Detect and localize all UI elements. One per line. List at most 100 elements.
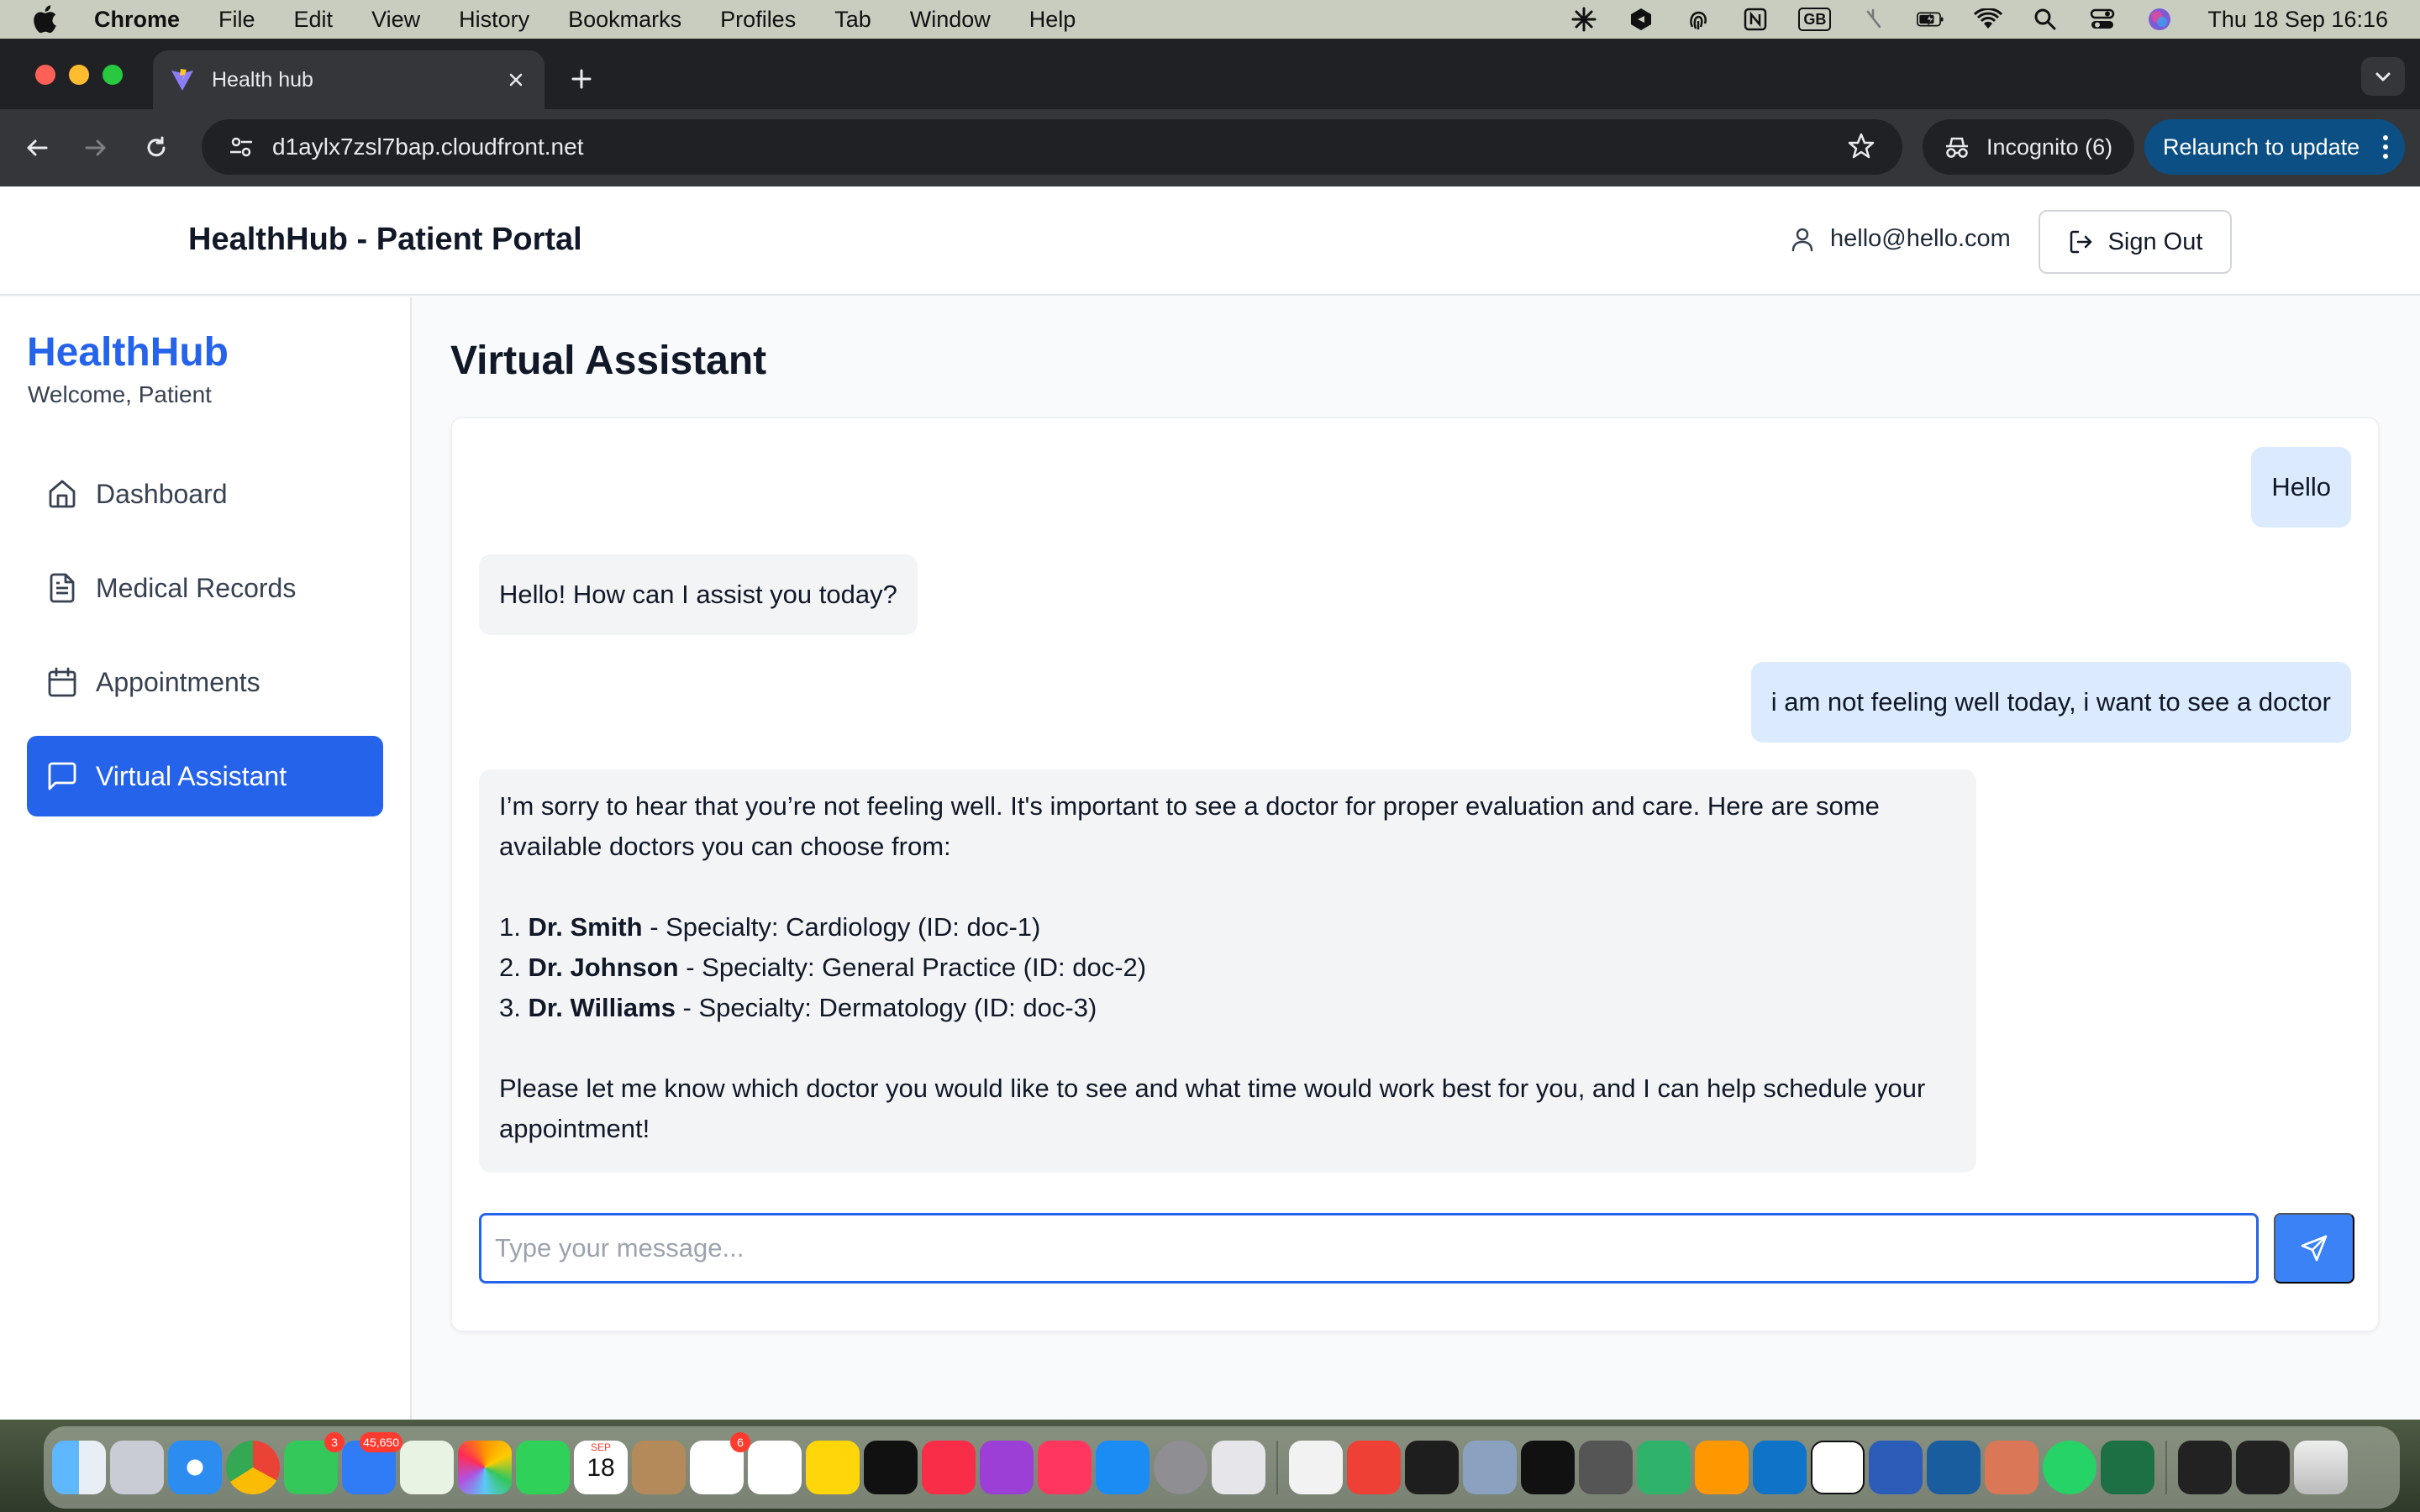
music-icon[interactable] [922,1441,976,1494]
menu-edit[interactable]: Edit [294,7,334,33]
trash-icon[interactable] [2294,1441,2348,1494]
siri-icon[interactable] [2145,5,2174,34]
reminders-icon[interactable]: 6 [690,1432,750,1494]
assistant-message-doctors: I’m sorry to hear that you’re not feelin… [479,769,1976,1173]
podcasts-icon[interactable] [980,1441,1034,1494]
window-minimize-button[interactable] [69,65,89,85]
window-close-button[interactable] [35,65,55,85]
menu-window[interactable]: Window [910,7,991,33]
menu-view[interactable]: View [371,7,420,33]
menu-tab[interactable]: Tab [834,7,871,33]
freeform-icon[interactable] [748,1441,802,1494]
forward-arrow-icon[interactable] [77,129,114,166]
calendar-icon [45,665,79,699]
reminders-badge: 6 [730,1432,750,1452]
site-info-tune-icon[interactable] [227,133,255,161]
iphone-mirroring-icon[interactable] [1212,1441,1265,1494]
vite-favicon-icon [170,67,195,92]
window-fullscreen-button[interactable] [103,65,123,85]
whatsapp-icon[interactable] [2043,1441,2096,1494]
notion-icon[interactable] [1811,1441,1865,1494]
bookmark-star-icon[interactable] [1847,132,1877,162]
send-button[interactable] [2274,1213,2354,1284]
claude-icon[interactable] [1985,1441,2039,1494]
excel-icon[interactable] [2101,1441,2154,1494]
sidebar-item-medical-records[interactable]: Medical Records [27,548,383,628]
tab-close-icon[interactable] [504,68,528,92]
browser-tab-active[interactable]: Health hub [153,50,544,109]
launchpad-icon[interactable] [110,1441,164,1494]
chatgpt-icon[interactable] [1637,1441,1691,1494]
mail-icon[interactable]: 45,650 [342,1432,402,1494]
system-settings-icon[interactable] [1154,1441,1207,1494]
menu-bar-clock[interactable]: Thu 18 Sep 16:16 [2207,7,2388,33]
textedit-icon[interactable] [1289,1441,1343,1494]
relaunch-to-update-button[interactable]: Relaunch to update [2144,119,2405,175]
menu-file[interactable]: File [218,7,255,33]
macos-dock: 3 45,650 SEP 18 6 [44,1426,2400,1509]
fingerprint-icon[interactable] [1684,5,1712,34]
url-text[interactable]: d1aylx7zsl7bap.cloudfront.net [272,134,1847,160]
sidebar-item-appointments[interactable]: Appointments [27,642,383,722]
tab-title: Health hub [212,67,313,92]
doctor-detail: - Specialty: General Practice (ID: doc-2… [678,953,1147,982]
iterm-icon[interactable] [1521,1441,1575,1494]
claude-sparkle-icon[interactable] [1570,5,1598,34]
sidebar-item-label: Medical Records [96,572,297,603]
keychain-icon[interactable] [1579,1441,1633,1494]
user-message: i am not feeling well today, i want to s… [1750,662,2351,743]
menu-profiles[interactable]: Profiles [720,7,796,33]
app-store-icon[interactable] [1096,1441,1150,1494]
messages-icon[interactable]: 3 [284,1432,345,1494]
preview-icon[interactable] [1463,1441,1517,1494]
doctor-name: Dr. Smith [528,912,643,942]
keyboard-layout-indicator[interactable]: GB [1798,8,1832,31]
finder-icon[interactable] [52,1441,106,1494]
safari-icon[interactable] [168,1441,222,1494]
sublime-text-icon[interactable] [1695,1441,1749,1494]
contacts-icon[interactable] [632,1441,686,1494]
facetime-icon[interactable] [516,1441,570,1494]
menu-chrome[interactable]: Chrome [94,7,180,33]
control-center-icon[interactable] [2088,5,2117,34]
address-bar[interactable]: d1aylx7zsl7bap.cloudfront.net [202,119,1902,175]
incognito-indicator[interactable]: Incognito (6) [1923,119,2134,175]
vscode-icon[interactable] [1753,1441,1807,1494]
tab-search-chevron-icon[interactable] [2361,57,2405,96]
spotlight-search-icon[interactable] [2031,5,2060,34]
menu-help[interactable]: Help [1029,7,1076,33]
sidebar-item-dashboard[interactable]: Dashboard [27,454,383,534]
reload-icon[interactable] [138,129,175,166]
mute-icon[interactable] [1860,5,1888,34]
wifi-icon[interactable] [1974,5,2003,34]
sidebar-item-virtual-assistant[interactable]: Virtual Assistant [27,736,383,816]
app-status-icon[interactable] [1627,5,1655,34]
terminal-icon[interactable] [1405,1441,1459,1494]
menu-history[interactable]: History [459,7,529,33]
menu-bookmarks[interactable]: Bookmarks [568,7,681,33]
apple-tv-icon[interactable] [864,1441,918,1494]
photos-icon[interactable] [458,1441,512,1494]
message-input[interactable] [479,1213,2259,1284]
calendar-app-icon[interactable]: SEP 18 [574,1441,628,1494]
git-client-icon[interactable] [1347,1441,1401,1494]
browser-tab-strip: Health hub [0,39,2420,109]
apple-logo-icon[interactable] [32,3,66,36]
news-icon[interactable] [1038,1441,1092,1494]
minimized-window-2[interactable] [2236,1441,2290,1494]
sign-out-button[interactable]: Sign Out [2039,210,2232,274]
incognito-icon [1943,134,1971,160]
new-tab-plus-icon[interactable] [565,62,598,96]
minimized-window-1[interactable] [2178,1441,2232,1494]
assistant-outro-text: Please let me know which doctor you woul… [499,1074,1926,1143]
mysql-workbench-icon[interactable] [1927,1441,1981,1494]
maps-icon[interactable] [400,1441,454,1494]
back-arrow-icon[interactable] [18,129,55,166]
chrome-icon[interactable] [226,1441,280,1494]
kebab-menu-icon[interactable] [2381,134,2390,160]
notes-icon[interactable] [806,1441,860,1494]
battery-icon[interactable] [1917,5,1945,34]
doctor-name: Dr. Johnson [528,953,679,982]
word-icon[interactable] [1869,1441,1923,1494]
notion-status-icon[interactable] [1741,5,1770,34]
